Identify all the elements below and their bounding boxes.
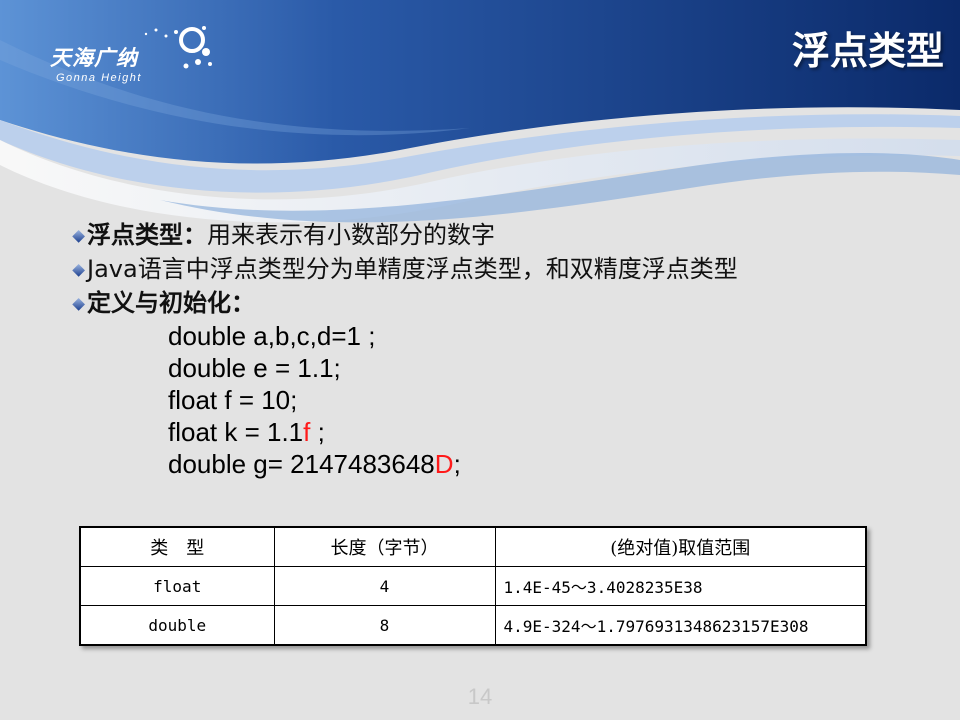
bullet-item: 浮点类型：用来表示有小数部分的数字 — [72, 218, 872, 252]
diamond-bullet-icon — [72, 230, 85, 243]
table-row: float 4 1.4E-45～3.4028235E38 — [79, 566, 867, 606]
bullet-text: 用来表示有小数部分的数字 — [207, 221, 495, 249]
table-header-row: 类 型 长度（字节） (绝对值)取值范围 — [79, 526, 867, 567]
slide-title: 浮点类型 — [791, 29, 944, 73]
bullet-text: Java语言中浮点类型分为单精度浮点类型，和双精度浮点类型 — [87, 255, 738, 283]
table-cell: double — [79, 605, 275, 646]
logo-text: 天海广纳 — [50, 46, 138, 70]
code-line: float f = 10; — [72, 384, 872, 416]
table-cell: 1.4E-45～3.4028235E38 — [494, 566, 867, 606]
bullet-item: 定义与初始化： — [72, 286, 872, 320]
code-text: double e = 1.1; — [168, 353, 341, 383]
bullet-bold-text: 浮点类型： — [87, 221, 207, 249]
bullet-bold-text: 定义与初始化： — [87, 289, 255, 317]
slide-content: 浮点类型：用来表示有小数部分的数字 Java语言中浮点类型分为单精度浮点类型，和… — [72, 218, 872, 480]
code-text: float k = 1.1 — [168, 417, 304, 447]
code-line: double a,b,c,d=1 ; — [72, 320, 872, 352]
code-text: float f = 10; — [168, 385, 298, 415]
table-header-cell: 类 型 — [79, 526, 275, 567]
code-line: float k = 1.1f ; — [72, 416, 872, 448]
diamond-bullet-icon — [72, 298, 85, 311]
table-header-cell: 长度（字节） — [273, 526, 496, 567]
diamond-bullet-icon — [72, 264, 85, 277]
code-line: double e = 1.1; — [72, 352, 872, 384]
table-row: double 8 4.9E-324～1.7976931348623157E308 — [79, 605, 867, 646]
page-number: 14 — [467, 684, 493, 709]
company-logo: 天海广纳 Gonna Height — [46, 20, 216, 90]
table-cell: 4 — [273, 566, 496, 606]
table-cell: 8 — [273, 605, 496, 646]
bullet-item: Java语言中浮点类型分为单精度浮点类型，和双精度浮点类型 — [72, 252, 872, 286]
code-suffix-highlight: D — [434, 449, 454, 479]
code-text: double g= 2147483648 — [168, 449, 435, 479]
code-text-after: ; — [453, 449, 461, 479]
code-text-after: ; — [310, 417, 325, 447]
float-range-table: 类 型 长度（字节） (绝对值)取值范围 float 4 1.4E-45～3.4… — [79, 526, 867, 646]
code-line: double g= 2147483648D; — [72, 448, 872, 480]
table-cell: 4.9E-324～1.7976931348623157E308 — [494, 605, 867, 646]
code-text: double a,b,c,d=1 ; — [168, 321, 376, 351]
logo-subtext: Gonna Height — [56, 72, 142, 84]
table-header-cell: (绝对值)取值范围 — [494, 526, 867, 567]
table-cell: float — [79, 566, 275, 606]
